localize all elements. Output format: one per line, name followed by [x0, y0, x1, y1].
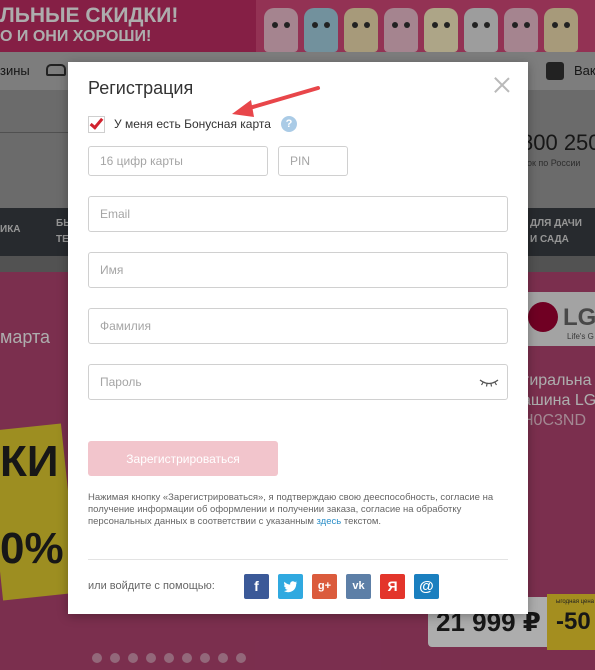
legal-body: Нажимая кнопку «Зарегистрироваться», я п… [88, 492, 494, 527]
yandex-icon[interactable]: Я [380, 574, 405, 599]
legal-link[interactable]: здесь [317, 516, 342, 527]
bonus-card-checkbox[interactable] [88, 115, 105, 133]
mail-ru-icon[interactable]: @ [414, 574, 439, 599]
facebook-icon[interactable]: f [244, 574, 269, 599]
close-icon[interactable] [493, 76, 511, 94]
legal-text: Нажимая кнопку «Зарегистрироваться», я п… [88, 492, 518, 528]
google-plus-icon[interactable]: g+ [312, 574, 337, 599]
divider [88, 559, 508, 560]
checkmark-icon [89, 115, 104, 130]
bonus-card-label[interactable]: У меня есть Бонусная карта [114, 117, 271, 131]
twitter-bird-icon [284, 581, 297, 593]
vk-icon[interactable]: vk [346, 574, 371, 599]
password-input[interactable] [88, 364, 508, 400]
social-login-label: или войдите с помощью: [88, 580, 215, 592]
card-number-input[interactable] [88, 146, 268, 176]
pin-input[interactable] [278, 146, 348, 176]
registration-modal: Регистрация У меня есть Бонусная карта ?… [68, 62, 528, 614]
show-password-icon[interactable] [479, 376, 499, 388]
name-input[interactable] [88, 252, 508, 288]
legal-suffix: текстом. [343, 516, 382, 527]
surname-input[interactable] [88, 308, 508, 344]
help-icon[interactable]: ? [281, 116, 297, 132]
email-input[interactable] [88, 196, 508, 232]
register-button[interactable]: Зарегистрироваться [88, 441, 278, 476]
twitter-icon[interactable] [278, 574, 303, 599]
modal-title: Регистрация [88, 78, 194, 98]
